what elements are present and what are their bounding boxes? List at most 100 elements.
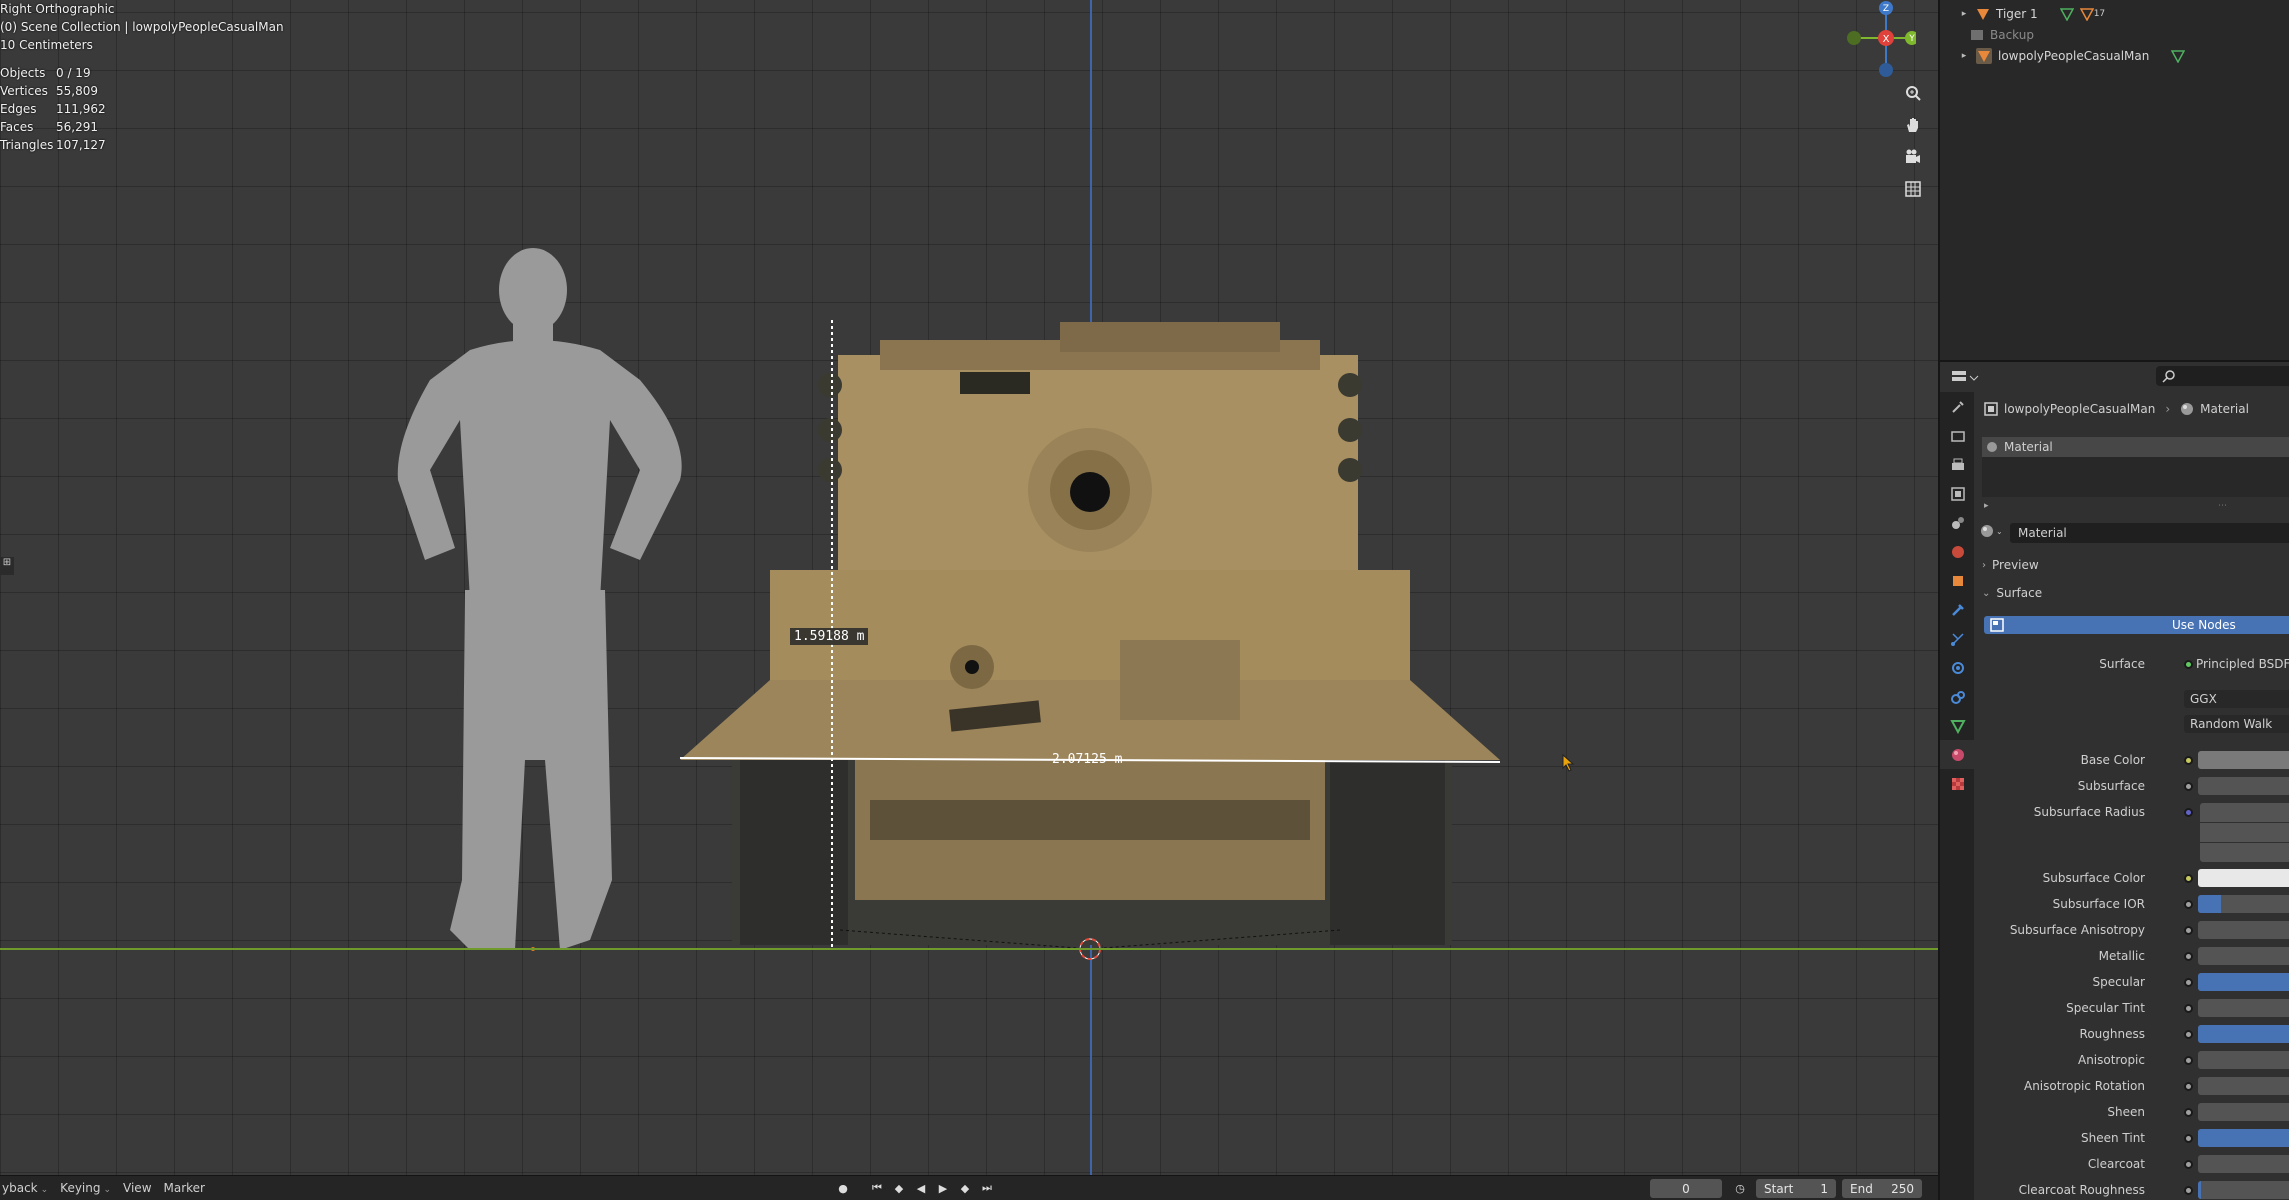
view-menu[interactable]: View — [121, 1181, 161, 1195]
marker-menu[interactable]: Marker — [162, 1181, 215, 1195]
mesh-object-icon — [1976, 48, 1992, 64]
value-slider[interactable] — [2198, 1025, 2289, 1043]
stopwatch-icon[interactable]: ◷ — [1732, 1179, 1748, 1197]
physics-tab-icon[interactable] — [1940, 653, 1976, 682]
keying-menu[interactable]: Keying ⌄ — [58, 1181, 121, 1195]
mesh-data-icon[interactable] — [2171, 49, 2186, 63]
socket-icon[interactable] — [2184, 1056, 2193, 1065]
socket-icon[interactable] — [2184, 1030, 2193, 1039]
search-icon — [2162, 370, 2175, 383]
material-name-field[interactable]: Material — [2010, 523, 2289, 543]
preview-panel-header[interactable]: › Preview — [1982, 558, 2039, 572]
tool-tab-icon[interactable] — [1940, 392, 1976, 421]
texture-tab-icon[interactable] — [1940, 769, 1976, 798]
outliner-item-backup[interactable]: Backup — [1940, 25, 2289, 45]
socket-icon[interactable] — [2184, 756, 2193, 765]
particles-tab-icon[interactable] — [1940, 624, 1976, 653]
outliner[interactable]: ▸ Tiger 1 17 Backup ▸ lowpolyPeopleCasua… — [1938, 0, 2289, 360]
surface-panel-header[interactable]: ⌄ Surface — [1982, 586, 2042, 600]
outliner-item-tiger[interactable]: ▸ Tiger 1 17 — [1940, 4, 2289, 24]
socket-icon[interactable] — [2184, 926, 2193, 935]
toolbar-toggle[interactable]: ⊞ — [0, 557, 14, 575]
subsurface-method-dropdown[interactable]: Random Walk — [2184, 715, 2289, 733]
vector-component-field[interactable] — [2200, 823, 2289, 842]
playback-menu[interactable]: yback ⌄ — [0, 1181, 58, 1195]
socket-icon[interactable] — [2184, 808, 2193, 817]
surface-shader-row: Surface Principled BSDF — [2099, 657, 2289, 671]
value-slider[interactable] — [2198, 947, 2289, 965]
socket-icon[interactable] — [2184, 900, 2193, 909]
jump-start-icon[interactable]: ⏮ — [869, 1179, 885, 1197]
vector-component-field[interactable] — [2200, 803, 2289, 822]
material-slot-item[interactable]: Material — [1982, 437, 2289, 457]
navigation-gizmo[interactable]: Z Y X — [1836, 0, 1916, 80]
play-icon[interactable]: ▶ — [935, 1179, 951, 1197]
properties-search-input[interactable] — [2156, 366, 2289, 386]
camera-icon[interactable] — [1900, 144, 1926, 170]
record-icon[interactable]: ● — [835, 1179, 851, 1197]
vector-field[interactable] — [2200, 803, 2289, 863]
socket-icon[interactable] — [2184, 782, 2193, 791]
shader-input-row: Subsurface Anisotropy — [1974, 920, 2289, 940]
socket-icon[interactable] — [2184, 1160, 2193, 1169]
color-swatch[interactable] — [2198, 869, 2289, 887]
value-slider[interactable] — [2198, 1103, 2289, 1121]
start-frame-field[interactable]: Start 1 — [1756, 1179, 1836, 1198]
zoom-icon[interactable] — [1900, 80, 1926, 106]
constraints-tab-icon[interactable] — [1940, 682, 1976, 711]
value-slider[interactable] — [2198, 1051, 2289, 1069]
editor-type-icon[interactable] — [1950, 368, 1980, 388]
value-slider[interactable] — [2198, 1181, 2289, 1199]
outliner-item-person[interactable]: ▸ lowpolyPeopleCasualMan — [1940, 46, 2289, 66]
socket-icon[interactable] — [2184, 1134, 2193, 1143]
next-keyframe-icon[interactable]: ◆ — [957, 1179, 973, 1197]
value-slider[interactable] — [2198, 921, 2289, 939]
value-slider[interactable] — [2198, 973, 2289, 991]
material-tab-icon[interactable] — [1940, 740, 1976, 769]
3d-viewport[interactable]: Right Orthographic (0) Scene Collection … — [0, 0, 1938, 1175]
world-tab-icon[interactable] — [1940, 537, 1976, 566]
current-frame-field[interactable]: 0 — [1650, 1179, 1722, 1198]
value-slider[interactable] — [2198, 1077, 2289, 1095]
color-swatch[interactable] — [2198, 751, 2289, 769]
scene-tab-icon[interactable] — [1940, 508, 1976, 537]
play-reverse-icon[interactable]: ◀ — [913, 1179, 929, 1197]
socket-icon[interactable] — [2184, 874, 2193, 883]
expand-arrow-icon[interactable]: ▸ — [1958, 51, 1970, 61]
modifier-icon[interactable] — [2079, 7, 2094, 21]
person-model — [397, 248, 682, 950]
distribution-dropdown[interactable]: GGX — [2184, 690, 2289, 708]
vector-component-field[interactable] — [2200, 843, 2289, 862]
prev-keyframe-icon[interactable]: ◆ — [891, 1179, 907, 1197]
svg-text:Y: Y — [1908, 34, 1915, 44]
socket-icon[interactable] — [2184, 1108, 2193, 1117]
material-browse-button[interactable]: ⌄ — [1980, 524, 2003, 538]
socket-icon[interactable] — [2184, 1082, 2193, 1091]
value-slider[interactable] — [2198, 1129, 2289, 1147]
expand-arrow-icon[interactable]: ▸ — [1984, 501, 1989, 511]
socket-icon[interactable] — [2184, 1004, 2193, 1013]
object-tab-icon[interactable] — [1940, 566, 1976, 595]
data-tab-icon[interactable] — [1940, 711, 1976, 740]
modifier-tab-icon[interactable] — [1940, 595, 1976, 624]
grid-view-icon[interactable] — [1900, 176, 1926, 202]
use-nodes-button[interactable]: Use Nodes — [1984, 616, 2289, 634]
socket-icon[interactable] — [2184, 952, 2193, 961]
output-tab-icon[interactable] — [1940, 450, 1976, 479]
render-tab-icon[interactable] — [1940, 421, 1976, 450]
jump-end-icon[interactable]: ⏭ — [979, 1179, 995, 1197]
value-slider[interactable] — [2198, 895, 2289, 913]
expand-arrow-icon[interactable]: ▸ — [1958, 9, 1970, 19]
mesh-data-icon[interactable] — [2059, 7, 2074, 21]
value-slider[interactable] — [2198, 1155, 2289, 1173]
socket-icon[interactable] — [2184, 1186, 2193, 1195]
pan-hand-icon[interactable] — [1900, 112, 1926, 138]
surface-shader-field[interactable]: Principled BSDF — [2196, 657, 2289, 671]
socket-icon[interactable] — [2184, 978, 2193, 987]
view-layer-tab-icon[interactable] — [1940, 479, 1976, 508]
resize-handle-icon[interactable]: ⋯ — [2218, 501, 2227, 511]
material-slot-list[interactable]: Material — [1982, 437, 2289, 497]
value-slider[interactable] — [2198, 777, 2289, 795]
value-slider[interactable] — [2198, 999, 2289, 1017]
end-frame-field[interactable]: End 250 — [1842, 1179, 1922, 1198]
